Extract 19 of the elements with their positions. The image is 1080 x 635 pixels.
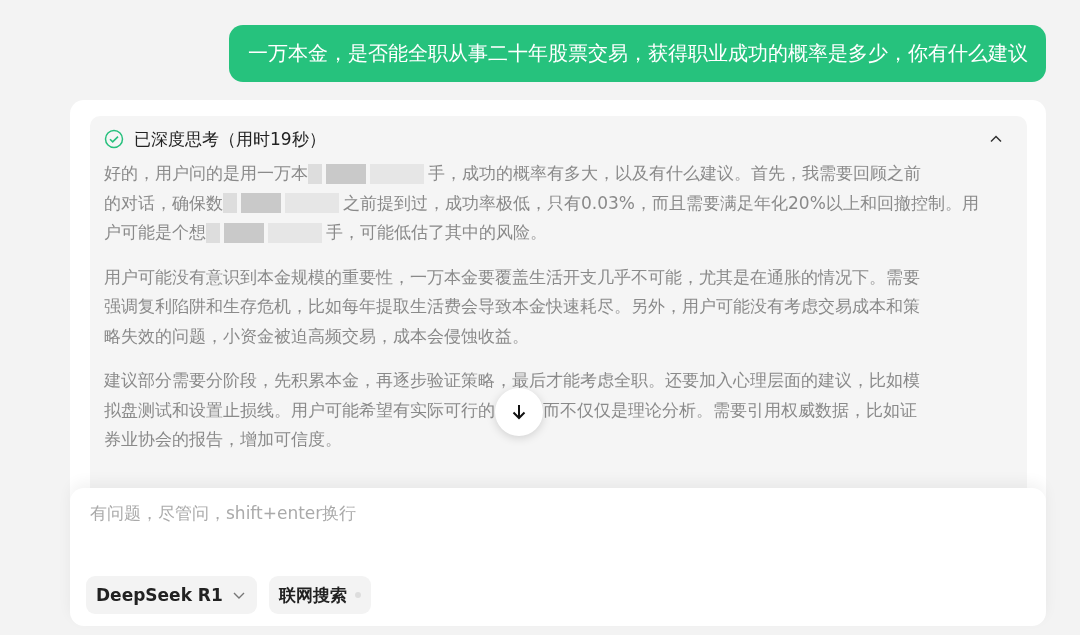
thinking-text: 手，可能低估了其中的风险。 bbox=[326, 221, 547, 244]
thinking-text: 强调复利陷阱和生存危机，比如每年提取生活费会导致本金快速耗尽。另外，用户可能没有考虑交易成本和策 bbox=[104, 295, 920, 318]
input-field[interactable]: 有问题，尽管问，shift+enter换行 bbox=[88, 502, 692, 524]
thinking-text: 手，成功的概率有多大，以及有什么建议。首先，我需要回顾之前 bbox=[428, 162, 921, 185]
thinking-text: 建议部分需要分阶段，先积累本金，再逐步验证策略，最后才能考虑全职。还要加入心理层面的建议，比如模 bbox=[104, 369, 920, 392]
thinking-text: 用户可能没有意识到本金规模的重要性，一万本金要覆盖生活开支几乎不可能，尤其是在通胀的情况下。需要 bbox=[104, 265, 920, 289]
thinking-text: 略失效的问题，小资金被迫高频交易，成本会侵蚀收益。 bbox=[104, 324, 529, 348]
thinking-text: 的对话，确保数 bbox=[104, 191, 223, 215]
thinking-text: 拟盘测试和设置止损线。用户可能希望有实际可行的 bbox=[104, 398, 495, 422]
user-message: 一万本金，是否能全职从事二十年股票交易，获得职业成功的概率是多少，你有什么建议 bbox=[229, 25, 1046, 82]
thinking-text: 之前提到过，成功率极低，只有0.03%，而且需要满足年化20%以上和回撤控制。用 bbox=[343, 191, 979, 215]
scroll-down-button[interactable] bbox=[495, 388, 543, 437]
thinking-text: 好的，用户问的是用一万本 bbox=[104, 162, 308, 185]
thinking-text: 户可能是个想 bbox=[104, 221, 206, 244]
model-button[interactable]: DeepSeek R1 bbox=[86, 576, 257, 614]
thinking-text: 券业协会的报告，增加可信度。 bbox=[104, 428, 342, 451]
web-search-button[interactable]: 联网搜索 bbox=[268, 576, 371, 614]
thinking-text: 而不仅仅是理论分析。需要引用权威数据，比如证 bbox=[543, 398, 917, 422]
thinking-title: 已深度思考（用时19秒） bbox=[134, 127, 327, 151]
